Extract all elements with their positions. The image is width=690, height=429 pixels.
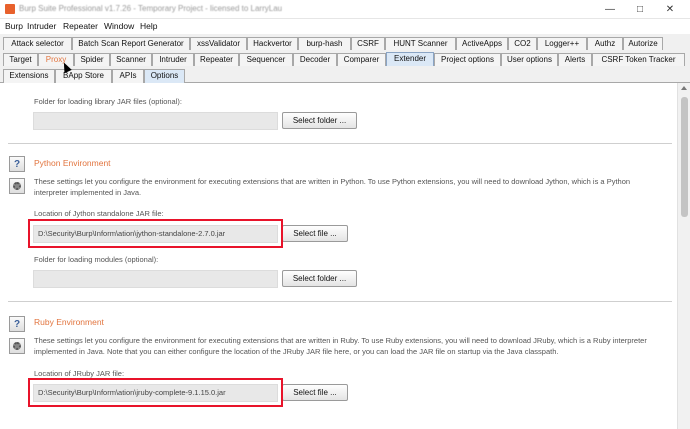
menu-repeater[interactable]: Repeater	[63, 21, 98, 31]
tab-attack-selector[interactable]: Attack selector	[3, 37, 72, 50]
select-jython-file-button[interactable]: Select file ...	[282, 225, 348, 242]
minimize-button[interactable]: —	[596, 2, 624, 17]
burp-app-icon	[5, 4, 15, 14]
jython-highlight-box	[28, 219, 283, 248]
tab-intruder[interactable]: Intruder	[152, 53, 194, 66]
extender-subtab-row: Extensions BApp Store APIs Options	[0, 68, 690, 83]
jython-jar-label: Location of Jython standalone JAR file:	[34, 209, 164, 218]
menu-bar: Burp Intruder Repeater Window Help	[0, 19, 690, 34]
select-library-folder-button[interactable]: Select folder ...	[282, 112, 357, 129]
python-settings-gear-icon[interactable]	[9, 178, 25, 194]
tab-repeater[interactable]: Repeater	[194, 53, 239, 66]
tab-csrf-token-tracker[interactable]: CSRF Token Tracker	[592, 53, 685, 66]
python-environment-title: Python Environment	[34, 158, 111, 168]
gear-icon	[13, 182, 21, 190]
tab-co2[interactable]: CO2	[508, 37, 537, 50]
menu-intruder[interactable]: Intruder	[27, 21, 56, 31]
tab-hackvertor[interactable]: Hackvertor	[247, 37, 298, 50]
select-jruby-file-button[interactable]: Select file ...	[282, 384, 348, 401]
tab-alerts[interactable]: Alerts	[558, 53, 592, 66]
tab-activeapps[interactable]: ActiveApps	[456, 37, 508, 50]
python-environment-description: These settings let you configure the env…	[34, 177, 631, 197]
scroll-thumb[interactable]	[681, 97, 688, 217]
maximize-button[interactable]: □	[626, 2, 654, 17]
jruby-jar-label: Location of JRuby JAR file:	[34, 369, 125, 378]
tab-target[interactable]: Target	[3, 53, 38, 66]
tab-project-options[interactable]: Project options	[434, 53, 501, 66]
library-folder-field[interactable]	[33, 112, 278, 130]
tab-scanner[interactable]: Scanner	[110, 53, 152, 66]
python-help-icon[interactable]: ?	[9, 156, 25, 172]
menu-help[interactable]: Help	[140, 21, 157, 31]
python-modules-label: Folder for loading modules (optional):	[34, 255, 159, 264]
tab-burp-hash[interactable]: burp-hash	[298, 37, 351, 50]
tab-sequencer[interactable]: Sequencer	[239, 53, 293, 66]
title-bar: Burp Suite Professional v1.7.26 - Tempor…	[0, 0, 690, 19]
tab-logger[interactable]: Logger++	[537, 37, 587, 50]
subtab-extensions[interactable]: Extensions	[3, 69, 55, 83]
tab-decoder[interactable]: Decoder	[293, 53, 337, 66]
extension-tab-row: Attack selector Batch Scan Report Genera…	[0, 34, 690, 51]
main-tab-row: Target Proxy Spider Scanner Intruder Rep…	[0, 51, 690, 68]
tab-xssvalidator[interactable]: xssValidator	[190, 37, 247, 50]
ruby-help-icon[interactable]: ?	[9, 316, 25, 332]
vertical-scrollbar[interactable]	[677, 83, 690, 429]
tab-hunt-scanner[interactable]: HUNT Scanner	[385, 37, 456, 50]
ruby-environment-title: Ruby Environment	[34, 317, 104, 327]
scroll-up-arrow-icon[interactable]	[681, 86, 687, 90]
jruby-highlight-box	[28, 378, 283, 407]
gear-icon	[13, 342, 21, 350]
close-button[interactable]: ✕	[656, 2, 684, 17]
ruby-environment-description: These settings let you configure the env…	[34, 336, 647, 356]
tab-user-options[interactable]: User options	[501, 53, 558, 66]
ruby-settings-gear-icon[interactable]	[9, 338, 25, 354]
tab-comparer[interactable]: Comparer	[337, 53, 386, 66]
menu-burp[interactable]: Burp	[5, 21, 23, 31]
subtab-options[interactable]: Options	[144, 69, 185, 83]
tab-batch-scan-report-generator[interactable]: Batch Scan Report Generator	[72, 37, 190, 50]
options-content-panel: Folder for loading library JAR files (op…	[0, 83, 677, 429]
tab-authz[interactable]: Authz	[587, 37, 623, 50]
library-folder-label: Folder for loading library JAR files (op…	[34, 97, 182, 106]
tab-csrf[interactable]: CSRF	[351, 37, 385, 50]
select-modules-folder-button[interactable]: Select folder ...	[282, 270, 357, 287]
tab-spider[interactable]: Spider	[74, 53, 110, 66]
subtab-apis[interactable]: APIs	[112, 69, 144, 83]
menu-window[interactable]: Window	[104, 21, 134, 31]
python-modules-field[interactable]	[33, 270, 278, 288]
window-title: Burp Suite Professional v1.7.26 - Tempor…	[19, 4, 283, 13]
section-divider	[8, 143, 672, 144]
section-divider	[8, 301, 672, 302]
tab-autorize[interactable]: Autorize	[623, 37, 663, 50]
tab-extender[interactable]: Extender	[386, 52, 434, 66]
